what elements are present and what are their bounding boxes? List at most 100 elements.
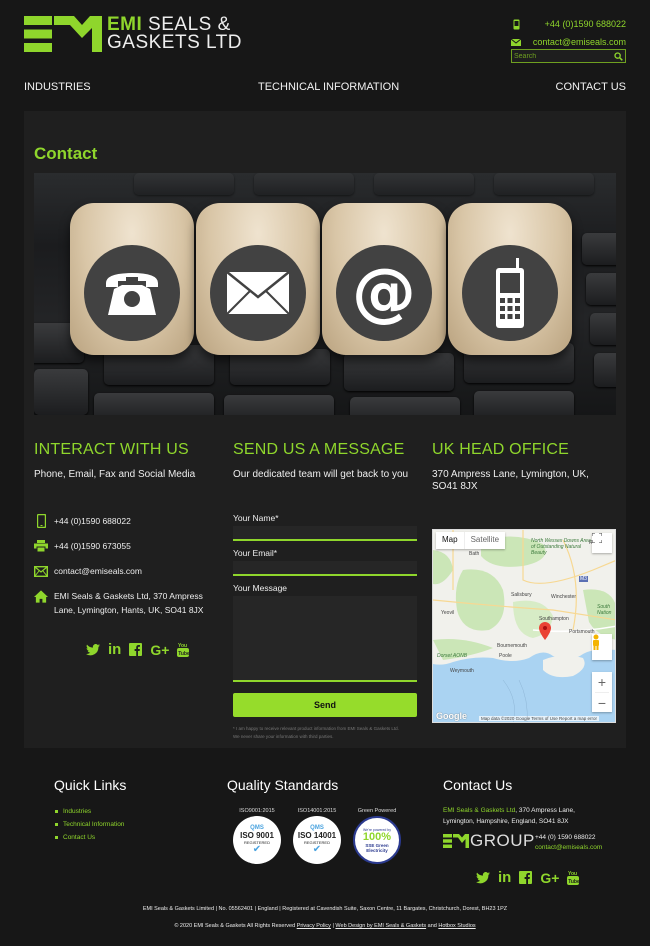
facebook-icon[interactable]: [129, 643, 143, 656]
mobile-phone-icon: [511, 18, 521, 30]
badge-iso14001-main: ISO 14001: [297, 831, 337, 840]
message-textarea[interactable]: [233, 596, 417, 682]
privacy-policy-link[interactable]: Privacy Policy: [297, 923, 331, 929]
map-attribution[interactable]: Map data ©2020 Google Terms of Use Repor…: [479, 716, 600, 721]
quick-links-list: Industries Technical Information Contact…: [55, 808, 124, 847]
send-button[interactable]: Send: [233, 693, 417, 717]
search-input[interactable]: [512, 50, 611, 62]
badge-green-sub: SSE Green Electricity: [365, 842, 389, 853]
envelope-icon: [226, 271, 290, 315]
nav-contact-us[interactable]: CONTACT US: [556, 81, 627, 93]
interact-subheading: Phone, Email, Fax and Social Media: [34, 469, 196, 480]
badge-iso14001: ISO14001:2015 QMS ISO 14001 REGISTERED ✔: [287, 808, 347, 864]
map-fullscreen-button[interactable]: [592, 533, 612, 553]
brand-name: EMI SEALS & GASKETS LTD: [107, 15, 243, 53]
search-button[interactable]: [611, 50, 625, 62]
checkmark-icon: ✔: [252, 844, 262, 855]
copyright-text: © 2020 EMI Seals & Gaskets All Rights Re…: [174, 923, 297, 929]
info-address-text: EMI Seals & Gaskets Ltd, 370 Ampress Lan…: [54, 591, 204, 615]
map-label-bournemouth: Bournemouth: [497, 643, 528, 649]
map-tab-map[interactable]: Map: [436, 532, 464, 549]
linkedin-icon[interactable]: in: [108, 641, 121, 658]
map-label-bath: Bath: [469, 551, 480, 557]
hero-cube-telephone: [70, 203, 194, 355]
web-design-link[interactable]: Web Design by EMI Seals & Gaskets: [335, 923, 426, 929]
envelope-icon: [34, 564, 48, 578]
quick-link-industries[interactable]: Industries: [55, 808, 124, 815]
info-address: EMI Seals & Gaskets Ltd, 370 Ampress Lan…: [34, 589, 219, 617]
main-nav: INDUSTRIES TECHNICAL INFORMATION CONTACT…: [24, 81, 626, 95]
envelope-icon: [511, 36, 521, 48]
magnifier-icon: [613, 51, 623, 61]
youtube-icon[interactable]: You Tube: [567, 870, 580, 885]
street-view-pegman[interactable]: [592, 634, 612, 660]
office-section: UK HEAD OFFICE 370 Ampress Lane, Lymingt…: [432, 441, 616, 493]
email-input[interactable]: [233, 561, 417, 576]
google-map[interactable]: North Wessex Downs Area of Outstanding N…: [432, 529, 616, 723]
map-zoom-out-button[interactable]: −: [595, 692, 609, 712]
info-email-text[interactable]: contact@emiseals.com: [54, 564, 142, 578]
footer-address: EMI Seals & Gaskets Ltd, 370 Ampress Lan…: [443, 805, 593, 827]
twitter-icon[interactable]: [86, 643, 100, 656]
emi-group-mark-icon: [443, 834, 469, 848]
map-label-weymouth: Weymouth: [450, 668, 474, 674]
footer-company-name[interactable]: EMI Seals & Gaskets Ltd: [443, 807, 515, 814]
twitter-icon[interactable]: [476, 871, 490, 884]
interact-heading: INTERACT WITH US: [34, 441, 189, 458]
office-heading: UK HEAD OFFICE: [432, 441, 570, 458]
quick-links-heading: Quick Links: [54, 777, 127, 793]
hero-image: @: [34, 173, 616, 415]
disclaimer-line-1: * I am happy to receive relevant product…: [233, 726, 399, 731]
header-email[interactable]: contact@emiseals.com: [533, 37, 626, 47]
facebook-icon[interactable]: [519, 871, 533, 884]
company-registration: EMI Seals & Gaskets Limited | No. 055624…: [142, 906, 508, 912]
green-electricity-badge-icon: We're powered by 100% SSE Green Electric…: [353, 816, 401, 864]
google-plus-icon[interactable]: G+: [540, 870, 559, 886]
nav-industries[interactable]: INDUSTRIES: [24, 81, 91, 93]
form-disclaimer: * I am happy to receive relevant product…: [233, 725, 417, 741]
brand-name-line2: GASKETS LTD: [107, 32, 243, 53]
telephone-icon: [106, 273, 158, 315]
badge-iso9001-caption: ISO9001:2015: [239, 808, 275, 814]
brand-logo[interactable]: EMI SEALS & GASKETS LTD: [24, 15, 243, 53]
map-zoom-in-button[interactable]: +: [598, 672, 606, 692]
map-zoom-control: + −: [592, 672, 612, 712]
contact-form: Your Name* Your Email* Your Message Send…: [233, 513, 417, 741]
disclaimer-line-2: We never share your information with thi…: [233, 734, 334, 739]
map-label-yeovil: Yeovil: [441, 610, 455, 616]
info-phone-text[interactable]: +44 (0)1590 688022: [54, 514, 131, 528]
fullscreen-icon: [592, 533, 602, 543]
quick-link-contact-us[interactable]: Contact Us: [55, 834, 124, 841]
google-plus-icon[interactable]: G+: [150, 642, 169, 658]
emi-group-logo[interactable]: GROUP: [443, 831, 535, 851]
badge-iso9001: ISO9001:2015 QMS ISO 9001 REGISTERED ✔: [227, 808, 287, 864]
linkedin-icon[interactable]: in: [498, 869, 511, 886]
hero-cube-at-sign: @: [322, 203, 446, 355]
header-phone[interactable]: +44 (0)1590 688022: [545, 19, 626, 29]
nav-technical-information[interactable]: TECHNICAL INFORMATION: [258, 81, 399, 93]
footer-phone[interactable]: +44 (0) 1590 688022: [535, 833, 602, 843]
info-fax: +44 (0)1590 673055: [34, 539, 219, 553]
footer-contact-heading: Contact Us: [443, 777, 513, 793]
youtube-icon[interactable]: You Tube: [177, 642, 190, 657]
google-logo: Google: [436, 711, 467, 721]
name-input[interactable]: [233, 526, 417, 541]
page-title: Contact: [34, 144, 98, 163]
quick-link-technical-information[interactable]: Technical Information: [55, 821, 124, 828]
footer-email-link[interactable]: contact@emiseals.com: [535, 844, 602, 851]
map-label-poole: Poole: [499, 653, 512, 659]
map-label-south-nation: South Nation: [597, 604, 612, 616]
hotbox-studios-link[interactable]: Hotbox Studios: [438, 923, 475, 929]
map-label-north-wessex: North Wessex Downs Area of Outstanding N…: [531, 538, 591, 556]
content-panel: Contact @ INTERACT WITH US Phone, Email,…: [24, 111, 626, 748]
emi-logo-mark-icon: [24, 16, 102, 52]
map-marker-icon[interactable]: [539, 622, 551, 640]
iso9001-badge-icon: QMS ISO 9001 REGISTERED ✔: [233, 816, 281, 864]
message-subheading: Our dedicated team will get back to you: [233, 469, 409, 480]
badge-iso9001-main: ISO 9001: [240, 831, 274, 840]
hero-cube-envelope: [196, 203, 320, 355]
map-tab-satellite[interactable]: Satellite: [463, 532, 505, 549]
map-terrain: [433, 530, 615, 722]
quality-standards-heading: Quality Standards: [227, 777, 339, 793]
home-icon: [34, 589, 48, 603]
